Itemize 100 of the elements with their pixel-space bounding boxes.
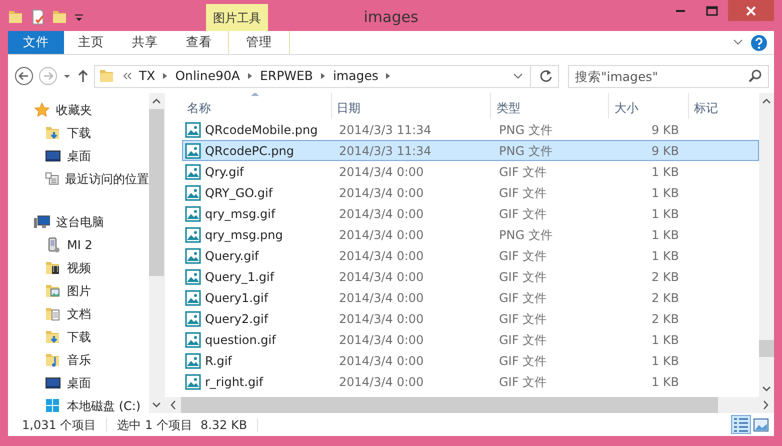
table-cell-text: 9 KB	[650, 142, 679, 160]
scrollbar-thumb[interactable]	[759, 340, 774, 357]
breadcrumb-link[interactable]: Online90A	[175, 66, 240, 86]
file-name[interactable]: R.gif	[205, 352, 232, 370]
ribbon-tab[interactable]: 文件	[8, 31, 64, 54]
file-row[interactable]: Query_1.gif 2014/3/4 0:00 GIF 文件 2 KB	[182, 266, 759, 287]
table-cell-text: 2014/3/4 0:00	[338, 248, 425, 264]
status-text: 1,031 个项目	[22, 416, 96, 434]
breadcrumb-link[interactable]: images	[332, 66, 378, 86]
nav-item[interactable]: 收藏夹	[56, 100, 92, 118]
file-name[interactable]: question.gif	[205, 330, 276, 348]
file-name[interactable]: Query2.gif	[205, 310, 268, 328]
nav-item[interactable]: 下载	[67, 328, 91, 346]
music-folder-icon	[45, 352, 61, 368]
image-file-icon	[185, 374, 201, 390]
computer-icon	[34, 214, 50, 230]
file-name[interactable]: QRY_GO.gif	[205, 184, 273, 202]
table-cell-text: 1 KB	[650, 248, 679, 264]
star-icon	[34, 102, 50, 118]
picture-icon	[753, 416, 769, 432]
back-button[interactable]	[14, 66, 34, 86]
vertical-scrollbar[interactable]	[759, 93, 774, 397]
address-field[interactable]: TX Online90A ERPWEB images	[94, 64, 559, 88]
table-cell-text: GIF 文件	[498, 374, 548, 390]
nav-item[interactable]: 视频	[67, 258, 91, 276]
file-name[interactable]: qry_msg.png	[205, 226, 283, 244]
table-cell-text: 2014/3/4 0:00	[338, 332, 425, 348]
file-name[interactable]: QRcodePC.png	[205, 142, 294, 160]
table-cell-text: 1 KB	[650, 332, 679, 348]
file-name[interactable]: QRcodeMobile.png	[205, 120, 318, 138]
table-cell-text: 1 KB	[650, 206, 679, 222]
selected-row[interactable]: QRcodePC.png 2014/3/3 11:34 PNG 文件 9 KB	[182, 140, 759, 161]
nav-item[interactable]: 下载	[67, 124, 91, 142]
scrollbar-thumb[interactable]	[149, 109, 164, 276]
nav-item[interactable]: MI 2	[67, 236, 92, 254]
image-file-icon	[185, 248, 201, 264]
search-icon[interactable]	[748, 68, 762, 82]
table-cell-text: 2 KB	[650, 268, 679, 286]
table-cell-text: GIF 文件	[498, 184, 548, 202]
table-cell-text: 1 KB	[650, 226, 679, 244]
file-row[interactable]: Query1.gif 2014/3/4 0:00 GIF 文件 2 KB	[182, 287, 759, 308]
search-field[interactable]: 搜索"images"	[568, 64, 769, 88]
file-row[interactable]: Query2.gif 2014/3/4 0:00 GIF 文件 2 KB	[182, 308, 759, 329]
table-cell-text: 2014/3/4 0:00	[338, 206, 425, 222]
file-row[interactable]: qry_msg.gif 2014/3/4 0:00 GIF 文件 1 KB	[182, 203, 759, 224]
file-row[interactable]: QRY_GO.gif 2014/3/4 0:00 GIF 文件 1 KB	[182, 182, 759, 203]
table-cell-text: GIF 文件	[498, 206, 548, 222]
file-row[interactable]: QRcodeMobile.png 2014/3/3 11:34 PNG 文件 9 KB	[182, 119, 759, 140]
download-folder-icon	[45, 328, 61, 344]
breadcrumb-link[interactable]: ERPWEB	[260, 66, 313, 86]
table-cell-text: GIF 文件	[498, 268, 548, 286]
ribbon-tab[interactable]: 管理	[228, 31, 290, 54]
image-file-icon	[185, 122, 201, 138]
nav-item[interactable]: 本地磁盘 (C:)	[67, 396, 141, 413]
file-row[interactable]: question.gif 2014/3/4 0:00 GIF 文件 1 KB	[182, 329, 759, 350]
table-cell-text: 2014/3/4 0:00	[338, 374, 425, 390]
file-name[interactable]: r_right.gif	[205, 372, 264, 390]
help-icon[interactable]	[750, 34, 768, 52]
table-cell-text: PNG 文件	[498, 226, 554, 244]
file-row[interactable]: R.gif 2014/3/4 0:00 GIF 文件 1 KB	[182, 350, 759, 371]
file-name[interactable]: Qry.gif	[205, 162, 244, 180]
table-cell-text: 2014/3/4 0:00	[338, 226, 425, 244]
nav-item[interactable]: 图片	[67, 282, 91, 300]
file-name[interactable]: Query.gif	[205, 246, 259, 264]
table-cell-text: GIF 文件	[498, 248, 548, 264]
table-cell-text: 2014/3/3 11:34	[338, 142, 432, 160]
folder-icon	[99, 68, 115, 84]
recent-places-icon	[45, 170, 59, 186]
table-cell-text: GIF 文件	[498, 164, 548, 180]
nav-item[interactable]: 桌面	[67, 146, 91, 164]
file-name[interactable]: qry_msg.gif	[205, 204, 276, 222]
breadcrumb-link[interactable]: TX	[139, 66, 156, 86]
table-cell-text: GIF 文件	[498, 352, 548, 370]
properties-icon[interactable]	[30, 8, 46, 24]
close-button[interactable]	[728, 0, 774, 21]
table-cell-text: 2014/3/4 0:00	[338, 352, 425, 370]
table-cell-text: 2014/3/4 0:00	[338, 268, 425, 286]
details-icon	[733, 416, 749, 432]
nav-item[interactable]: 最近访问的位置	[65, 170, 149, 188]
file-row[interactable]: r_right.gif 2014/3/4 0:00 GIF 文件 1 KB	[182, 371, 759, 392]
image-file-icon	[185, 310, 201, 326]
image-file-icon	[185, 290, 201, 306]
file-row[interactable]: qry_msg.png 2014/3/4 0:00 PNG 文件 1 KB	[182, 224, 759, 245]
nav-item[interactable]: 桌面	[67, 374, 91, 392]
nav-item[interactable]: 文档	[67, 304, 91, 322]
file-name[interactable]: Query_1.gif	[205, 268, 274, 286]
details-view-button[interactable]	[731, 415, 751, 434]
image-file-icon	[185, 206, 201, 222]
table-cell-text: 2 KB	[650, 310, 679, 328]
nav-item[interactable]: 这台电脑	[56, 212, 104, 230]
image-file-icon	[185, 268, 201, 284]
file-row[interactable]: Query.gif 2014/3/4 0:00 GIF 文件 1 KB	[182, 245, 759, 266]
status-text: 选中 1 个项目	[117, 416, 192, 434]
file-row[interactable]: Qry.gif 2014/3/4 0:00 GIF 文件 1 KB	[182, 161, 759, 182]
file-name[interactable]: Query1.gif	[205, 288, 268, 306]
context-tab-header: 图片工具	[206, 4, 268, 31]
refresh-icon[interactable]	[538, 68, 554, 84]
vertical-scrollbar[interactable]	[149, 93, 164, 413]
table-cell-text: 9 KB	[650, 122, 679, 138]
nav-item[interactable]: 音乐	[67, 350, 91, 368]
